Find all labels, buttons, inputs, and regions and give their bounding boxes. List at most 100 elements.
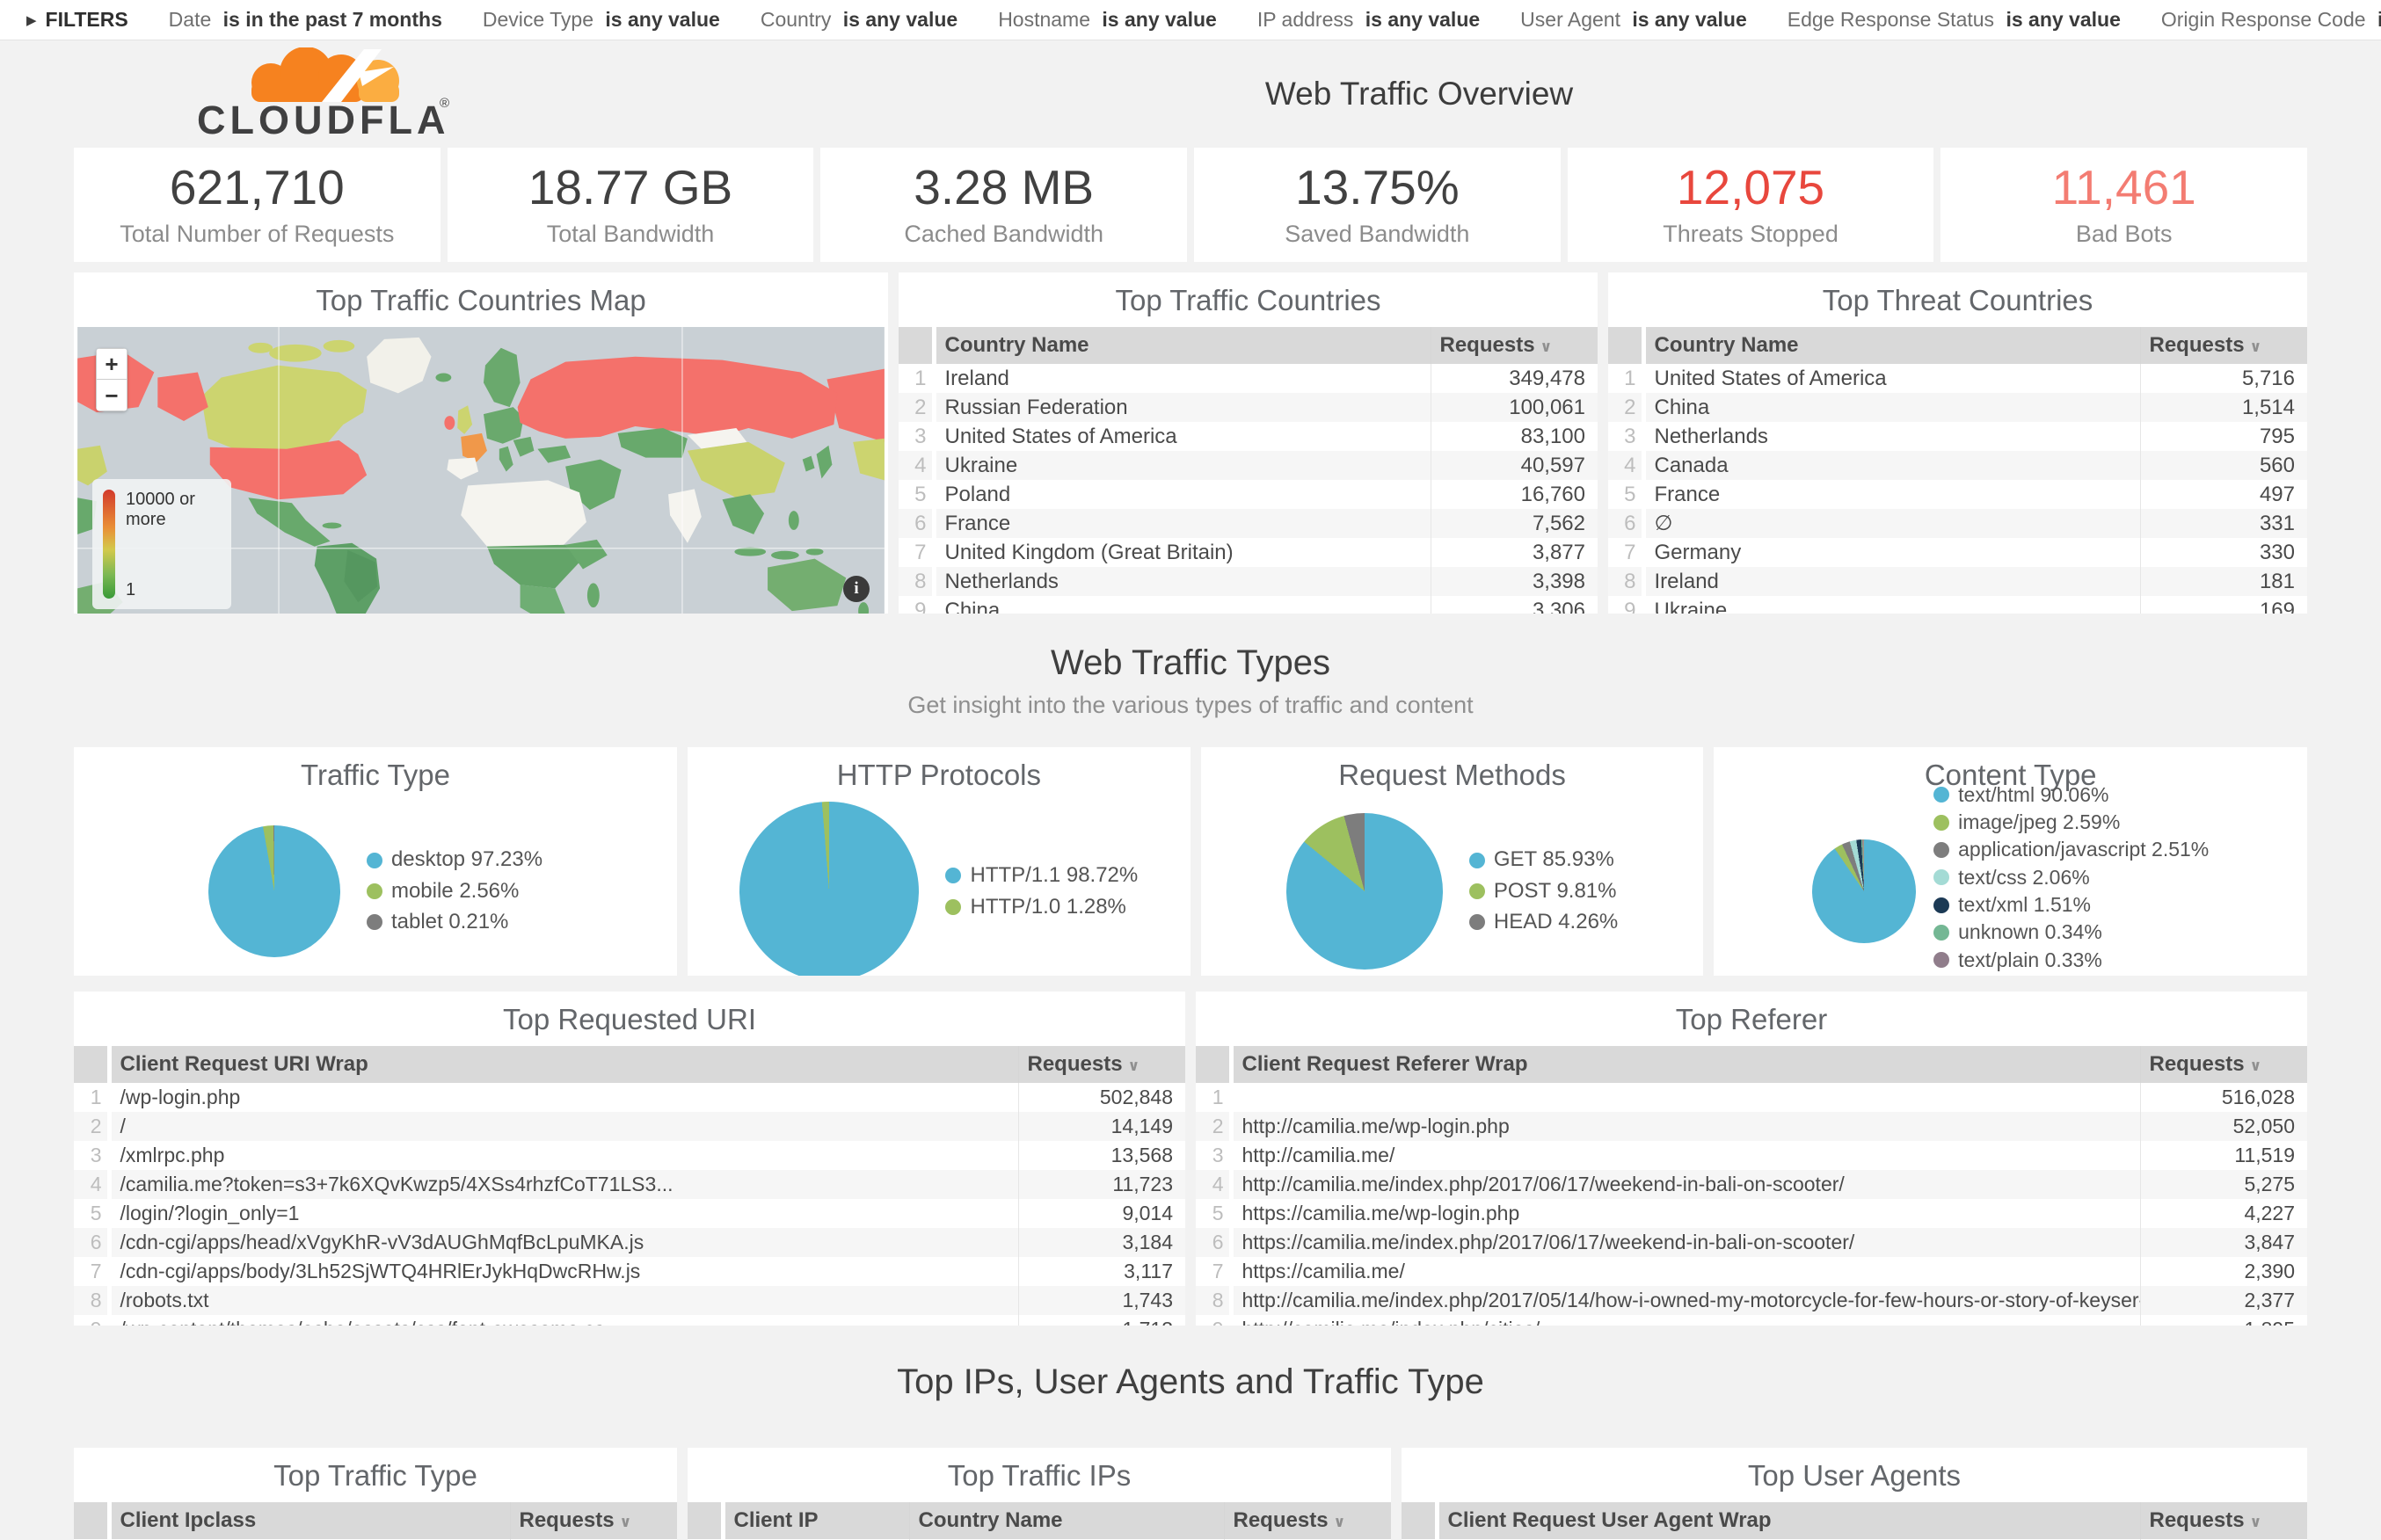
top-user-agents-panel: Top User Agents Client Request User Agen…: [1402, 1448, 2307, 1540]
stat-label: Saved Bandwidth: [1194, 221, 1561, 248]
referer-column-header: Client Request Referer Wrap: [1231, 1046, 2140, 1083]
filter-item[interactable]: IP address is any value: [1257, 8, 1480, 32]
chart-title: Traffic Type: [74, 747, 677, 802]
table-row: 9China3,306: [899, 596, 1598, 614]
filter-bar: ▶ FILTERS Date is in the past 7 months De…: [0, 0, 2381, 40]
table-row: 2http://camilia.me/wp-login.php52,050: [1196, 1112, 2307, 1141]
table-body: 1/wp-login.php502,8482/14,1493/xmlrpc.ph…: [74, 1083, 1185, 1326]
filter-item[interactable]: Origin Response Code is any value: [2161, 8, 2381, 32]
country-name-column-header: Country Name: [934, 327, 1431, 364]
stat-value: 13.75%: [1194, 160, 1561, 215]
legend-item: application/javascript 2.51%: [1933, 839, 2209, 861]
sort-desc-icon: ∨: [2250, 1514, 2262, 1530]
index-column-header: [1196, 1046, 1231, 1083]
chart-title: Request Methods: [1201, 747, 1704, 802]
web-traffic-types-section-header: Web Traffic Types Get insight into the v…: [0, 643, 2381, 719]
table-row: 9/wp-content/themes/ashe/assets/css/font…: [74, 1315, 1185, 1326]
table-row: 7https://camilia.me/2,390: [1196, 1257, 2307, 1286]
requests-column-header[interactable]: Requests∨: [1431, 327, 1598, 364]
map-zoom-in-button[interactable]: +: [96, 348, 127, 380]
stat-value: 12,075: [1568, 160, 1934, 215]
table-row: 1Ireland349,478: [899, 364, 1598, 393]
legend-color-dot: [1469, 853, 1485, 868]
map-legend-max-label: 10000 or more: [126, 490, 231, 530]
svg-text:CLOUDFLARE: CLOUDFLARE: [197, 98, 450, 142]
ipclass-column-header: Client Ipclass: [109, 1502, 510, 1539]
table-row: 8/robots.txt1,743: [74, 1286, 1185, 1315]
stat-value: 11,461: [1940, 160, 2307, 215]
sort-desc-icon: ∨: [1540, 338, 1553, 355]
filter-item[interactable]: Country is any value: [761, 8, 957, 32]
legend-color-dot: [1933, 787, 1949, 803]
requests-column-header[interactable]: Requests∨: [510, 1502, 677, 1539]
svg-text:®: ®: [440, 96, 449, 111]
table-row: 8Netherlands3,398: [899, 567, 1598, 596]
content-type-pie-chart: [1812, 839, 1916, 943]
requests-column-header[interactable]: Requests∨: [1224, 1502, 1391, 1539]
table-row: 4http://camilia.me/index.php/2017/06/17/…: [1196, 1170, 2307, 1199]
legend-item: text/xml 1.51%: [1933, 894, 2209, 916]
stat-value: 621,710: [74, 160, 441, 215]
top-requested-uri-table: Client Request URI Wrap Requests∨ 1/wp-l…: [74, 1046, 1185, 1326]
content-type-legend: text/html 90.06%image/jpeg 2.59%applicat…: [1933, 784, 2209, 976]
table-row: 9Ukraine169: [1608, 596, 2307, 614]
cloudflare-logo-image: CLOUDFLARE ®: [98, 47, 450, 142]
table-row: 2China1,514: [1608, 393, 2307, 422]
traffic-type-legend: desktop 97.23%mobile 2.56%tablet 0.21%: [367, 848, 542, 933]
map-panel: Top Traffic Countries Map: [74, 272, 888, 614]
panel-title: Top Requested URI: [74, 992, 1185, 1046]
table-row: 8http://camilia.me/index.php/2017/05/14/…: [1196, 1286, 2307, 1315]
chart-title: HTTP Protocols: [688, 747, 1190, 802]
stat-card: 621,710 Total Number of Requests: [74, 148, 441, 262]
requests-column-header[interactable]: Requests∨: [2140, 1046, 2307, 1083]
panel-title: Top Traffic Countries: [899, 272, 1598, 327]
filters-toggle-button[interactable]: ▶ FILTERS: [26, 8, 128, 32]
top-requested-uri-panel: Top Requested URI Client Request URI Wra…: [74, 992, 1185, 1326]
filter-item[interactable]: Hostname is any value: [998, 8, 1217, 32]
requests-column-header[interactable]: Requests∨: [2140, 327, 2307, 364]
legend-color-dot: [1933, 897, 1949, 913]
sort-desc-icon: ∨: [1128, 1057, 1140, 1074]
country-name-column-header: Country Name: [1643, 327, 2140, 364]
legend-item: POST 9.81%: [1469, 880, 1618, 903]
table-row: 5Poland16,760: [899, 480, 1598, 509]
legend-item: text/html 90.06%: [1933, 784, 2209, 806]
expand-arrow-icon: ▶: [26, 12, 37, 28]
table-row: 3http://camilia.me/11,519: [1196, 1141, 2307, 1170]
index-column-header: [74, 1502, 109, 1539]
legend-color-dot: [1933, 815, 1949, 831]
table-row: 2/14,149: [74, 1112, 1185, 1141]
map-info-icon[interactable]: i: [843, 576, 870, 602]
world-map[interactable]: + − 10000 or more 1 i: [75, 327, 887, 614]
requests-column-header[interactable]: Requests∨: [2140, 1502, 2307, 1539]
filter-item[interactable]: Date is in the past 7 months: [169, 8, 442, 32]
table-row: 5/login/?login_only=19,014: [74, 1199, 1185, 1228]
legend-color-dot: [945, 899, 961, 915]
map-panel-title: Top Traffic Countries Map: [74, 272, 888, 327]
panel-title: Top Threat Countries: [1608, 272, 2307, 327]
section-subtitle: Get insight into the various types of tr…: [0, 692, 2381, 719]
stat-card: 3.28 MBCached Bandwidth: [820, 148, 1187, 262]
filter-item[interactable]: Edge Response Status is any value: [1788, 8, 2121, 32]
table-row: 3/xmlrpc.php13,568: [74, 1141, 1185, 1170]
table-body: 1516,0282http://camilia.me/wp-login.php5…: [1196, 1083, 2307, 1326]
table-row: 9http://camilia.me/index.php/cities/1,89…: [1196, 1315, 2307, 1326]
legend-item: HTTP/1.0 1.28%: [945, 896, 1138, 919]
map-zoom-out-button[interactable]: −: [96, 380, 127, 411]
stat-label: Total Number of Requests: [74, 221, 441, 248]
requests-column-header[interactable]: Requests∨: [1018, 1046, 1185, 1083]
stat-card: 11,461Bad Bots: [1940, 148, 2307, 262]
filter-item[interactable]: Device Type is any value: [483, 8, 720, 32]
top-referer-table: Client Request Referer Wrap Requests∨ 15…: [1196, 1046, 2307, 1326]
sort-desc-icon: ∨: [620, 1514, 632, 1530]
table-row: 2Russian Federation100,061: [899, 393, 1598, 422]
filter-item[interactable]: User Agent is any value: [1520, 8, 1747, 32]
index-column-header: [899, 327, 934, 364]
table-row: 4Canada560: [1608, 451, 2307, 480]
table-row: 1516,028: [1196, 1083, 2307, 1112]
map-legend-gradient: [103, 490, 115, 599]
cloudflare-logo: CLOUDFLARE ®: [98, 47, 450, 147]
filters-label: FILTERS: [46, 8, 128, 32]
top-ips-section-header: Top IPs, User Agents and Traffic Type: [0, 1362, 2381, 1402]
legend-item: text/css 2.06%: [1933, 867, 2209, 889]
